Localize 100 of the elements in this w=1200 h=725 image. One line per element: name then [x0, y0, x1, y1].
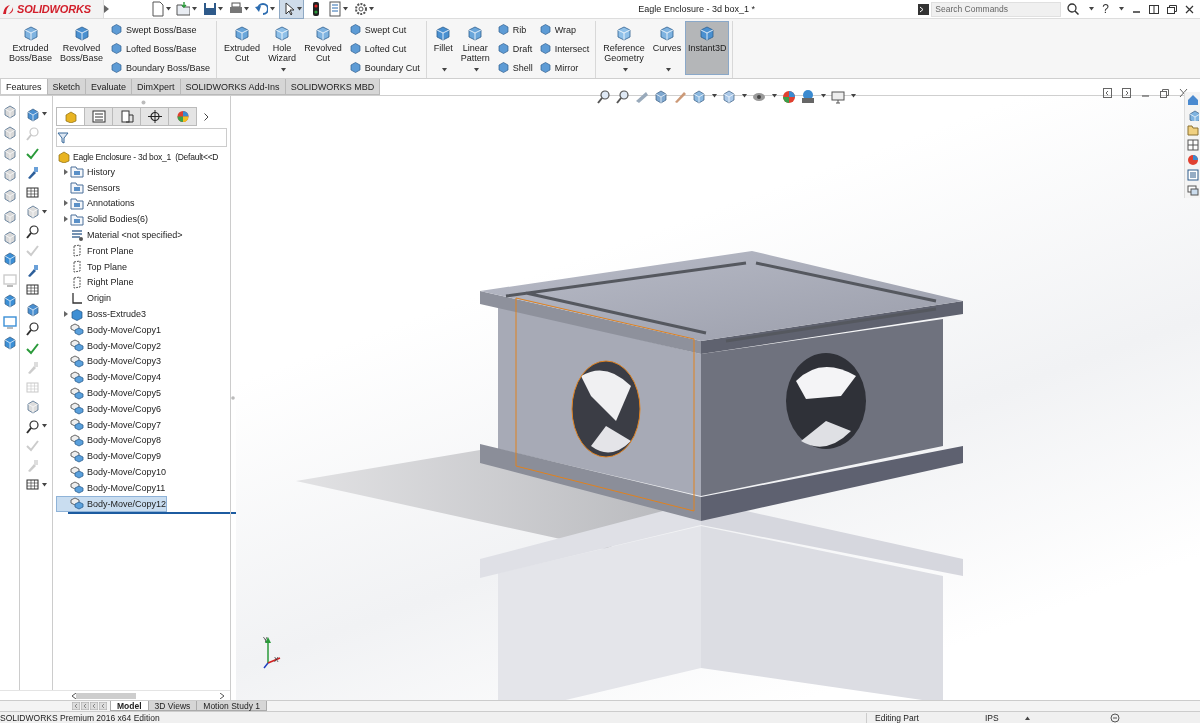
caret-icon[interactable]: [166, 7, 171, 11]
tree-item[interactable]: Body-Move/Copy12: [56, 495, 168, 512]
list-icon[interactable]: [1186, 169, 1199, 181]
tree-item[interactable]: Top Plane: [56, 258, 129, 275]
grip-icon[interactable]: [140, 100, 146, 105]
tree-item[interactable]: Body-Move/Copy7: [56, 416, 163, 433]
cube-icon[interactable]: [1, 251, 18, 267]
caret-up-icon[interactable]: [1025, 715, 1030, 720]
tree-root[interactable]: Eagle Enclosure - 3d box_1 (Default<<D: [56, 149, 230, 164]
nav-arrow-icon[interactable]: [81, 702, 89, 710]
ribbon-button[interactable]: Revolved Cut: [300, 21, 346, 75]
magnifier-icon[interactable]: [25, 321, 40, 337]
tree-item[interactable]: Body-Move/Copy8: [56, 432, 163, 449]
ribbon-button[interactable]: Lofted Boss/Base: [110, 42, 211, 55]
ribbon-button[interactable]: Boundary Cut: [348, 61, 420, 74]
caret-icon[interactable]: [1089, 7, 1095, 11]
tree-item[interactable]: Body-Move/Copy5: [56, 385, 163, 401]
solid-icon[interactable]: [698, 24, 717, 42]
tab[interactable]: SOLIDWORKS Add-Ins: [179, 79, 286, 95]
ribbon-button[interactable]: Revolved Boss/Base: [56, 21, 108, 75]
caret-icon[interactable]: [343, 7, 348, 11]
tree-item[interactable]: Material <not specified>: [56, 227, 184, 243]
expand-arrow-icon[interactable]: [63, 311, 68, 318]
ribbon-button[interactable]: Extruded Boss/Base: [5, 21, 56, 75]
grip-icon[interactable]: [231, 396, 235, 400]
tree-item[interactable]: Body-Move/Copy1: [56, 321, 163, 338]
tile-right-icon[interactable]: [1122, 88, 1131, 98]
scene-icon[interactable]: [800, 88, 815, 104]
caret-icon[interactable]: [772, 94, 777, 98]
caret-icon[interactable]: [218, 7, 223, 11]
sphere-icon[interactable]: [1186, 154, 1199, 166]
nav-arrow-icon[interactable]: [99, 702, 107, 710]
expand-arrow-icon[interactable]: [63, 200, 68, 207]
tree-item[interactable]: Body-Move/Copy2: [56, 337, 163, 354]
solid-icon[interactable]: [72, 24, 91, 42]
cube-icon[interactable]: [1, 293, 18, 309]
tree-item[interactable]: Annotations: [56, 195, 136, 212]
tree-item[interactable]: Body-Move/Copy3: [56, 353, 163, 370]
new-document-icon[interactable]: [150, 1, 164, 17]
ribbon-button[interactable]: Extruded Cut: [220, 21, 265, 75]
home-icon[interactable]: [1186, 94, 1199, 106]
tile-icon[interactable]: [1149, 4, 1159, 14]
ribbon-button[interactable]: Linear Pattern: [456, 21, 494, 75]
ribbon-button[interactable]: Reference Geometry: [599, 21, 649, 75]
solid-icon[interactable]: [466, 24, 485, 42]
magnifier-icon[interactable]: [25, 223, 40, 239]
tree-item[interactable]: Origin: [56, 290, 112, 307]
caret-icon[interactable]: [244, 7, 249, 11]
scroll-left-icon[interactable]: [72, 692, 76, 699]
cube-icon[interactable]: [691, 88, 706, 104]
tree-item[interactable]: Body-Move/Copy11: [56, 479, 167, 496]
tab[interactable]: Sketch: [46, 79, 87, 95]
tab[interactable]: SOLIDWORKS MBD: [284, 79, 381, 95]
cube-icon[interactable]: [1, 335, 18, 351]
help-button[interactable]: ?: [1102, 2, 1109, 16]
tree-item[interactable]: Body-Move/Copy10: [56, 464, 168, 480]
panel-tab[interactable]: [112, 107, 141, 126]
tree-item[interactable]: Body-Move/Copy4: [56, 369, 163, 386]
grid-icon[interactable]: [25, 282, 40, 298]
solid-icon[interactable]: [21, 24, 40, 42]
caret-icon[interactable]: [42, 424, 47, 429]
ribbon-button[interactable]: Boundary Boss/Base: [110, 61, 211, 74]
zoom-fit-icon[interactable]: [596, 88, 611, 104]
caret-icon[interactable]: [712, 94, 717, 98]
ribbon-button[interactable]: Draft: [496, 42, 533, 55]
caret-icon[interactable]: [369, 7, 374, 11]
caret-icon[interactable]: [270, 7, 275, 11]
caret-icon[interactable]: [821, 94, 826, 98]
sphere-icon[interactable]: [781, 88, 796, 104]
solid-icon[interactable]: [658, 24, 677, 42]
ribbon-button[interactable]: Instant3D: [685, 21, 730, 75]
cube-icon[interactable]: [25, 106, 40, 122]
ribbon-button[interactable]: Wrap: [538, 23, 590, 36]
caret-icon[interactable]: [192, 7, 197, 11]
solid-icon[interactable]: [233, 24, 252, 42]
search-icon[interactable]: [1067, 3, 1080, 15]
brush-icon[interactable]: [25, 262, 40, 278]
monitor-icon[interactable]: [830, 88, 845, 104]
zoom-area-icon[interactable]: [615, 88, 630, 104]
tree-item[interactable]: Body-Move/Copy6: [56, 400, 163, 417]
expand-arrow-icon[interactable]: [63, 168, 68, 175]
search-field[interactable]: Search Commands: [931, 1, 1062, 17]
tree-item[interactable]: Solid Bodies(6): [56, 211, 150, 228]
cube-icon[interactable]: [1186, 109, 1199, 121]
panel-tab[interactable]: [140, 107, 169, 126]
monitor-icon[interactable]: [1, 314, 18, 330]
ribbon-button[interactable]: Swept Boss/Base: [110, 23, 211, 36]
scrollbar-thumb[interactable]: [76, 692, 136, 699]
caret-icon[interactable]: [742, 94, 747, 98]
filter-field[interactable]: [56, 128, 227, 147]
tree-item[interactable]: Sensors: [56, 179, 122, 196]
caret-icon[interactable]: [1119, 7, 1124, 11]
caret-icon[interactable]: [42, 112, 47, 117]
ribbon-button[interactable]: Curves: [648, 21, 686, 75]
solid-icon[interactable]: [313, 24, 332, 42]
solid-icon[interactable]: [434, 24, 453, 42]
expand-arrow-icon[interactable]: [104, 5, 109, 13]
expand-arrow-icon[interactable]: [63, 216, 68, 223]
tab[interactable]: Evaluate: [85, 79, 133, 95]
grid-icon[interactable]: [25, 477, 40, 493]
